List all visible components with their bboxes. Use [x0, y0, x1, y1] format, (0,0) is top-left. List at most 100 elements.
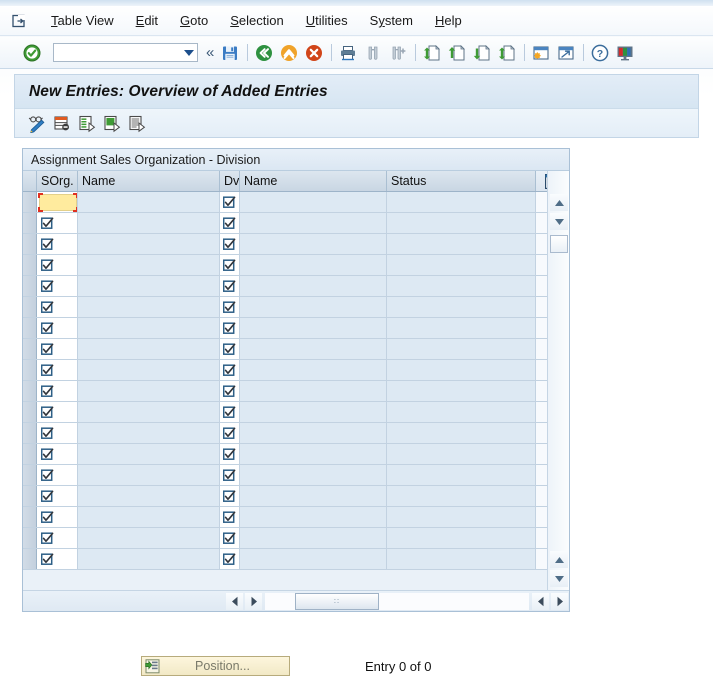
chevron-down-icon[interactable]: [184, 50, 194, 56]
table-row[interactable]: [23, 549, 569, 570]
cell-dv[interactable]: [220, 549, 240, 569]
menu-item-table-view[interactable]: TTable Viewable View: [40, 11, 125, 30]
customize-layout-icon[interactable]: [613, 41, 637, 65]
cell-status[interactable]: [387, 507, 536, 527]
cell-status[interactable]: [387, 339, 536, 359]
table-row[interactable]: [23, 192, 569, 213]
cell-sorg-input[interactable]: [37, 423, 78, 443]
command-field[interactable]: [53, 43, 198, 62]
menu-item-goto[interactable]: Goto: [169, 11, 219, 30]
cell-status[interactable]: [387, 360, 536, 380]
scroll-down-icon[interactable]: [550, 213, 568, 230]
cell-name-2[interactable]: [240, 381, 387, 401]
row-selector[interactable]: [23, 381, 37, 401]
row-selector[interactable]: [23, 465, 37, 485]
cell-dv[interactable]: [220, 234, 240, 254]
collapse-toolbar-icon[interactable]: «: [206, 44, 214, 61]
create-shortcut-icon[interactable]: [554, 41, 578, 65]
row-selector[interactable]: [23, 486, 37, 506]
cell-dv[interactable]: [220, 402, 240, 422]
cell-sorg-input[interactable]: [37, 381, 78, 401]
new-entries-icon[interactable]: [50, 111, 75, 135]
row-selector[interactable]: [23, 213, 37, 233]
sorg-input-active[interactable]: [38, 192, 77, 212]
table-row[interactable]: [23, 276, 569, 297]
cell-name-2[interactable]: [240, 318, 387, 338]
table-row[interactable]: [23, 297, 569, 318]
command-input[interactable]: [54, 44, 176, 61]
sap-system-menu-icon[interactable]: [8, 10, 30, 32]
cell-status[interactable]: [387, 192, 536, 212]
create-session-icon[interactable]: [529, 41, 553, 65]
menu-item-help[interactable]: Help: [424, 11, 473, 30]
cell-name-1[interactable]: [78, 423, 220, 443]
row-selector[interactable]: [23, 444, 37, 464]
delete-icon[interactable]: [100, 111, 125, 135]
save-icon[interactable]: [218, 41, 242, 65]
cell-status[interactable]: [387, 297, 536, 317]
cell-name-1[interactable]: [78, 276, 220, 296]
cell-name-2[interactable]: [240, 486, 387, 506]
cell-status[interactable]: [387, 234, 536, 254]
cell-name-2[interactable]: [240, 528, 387, 548]
cell-dv[interactable]: [220, 255, 240, 275]
cell-name-1[interactable]: [78, 192, 220, 212]
header-select-all[interactable]: [23, 171, 37, 191]
cell-dv[interactable]: [220, 213, 240, 233]
last-page-icon[interactable]: [495, 41, 519, 65]
cell-name-2[interactable]: [240, 255, 387, 275]
cell-dv[interactable]: [220, 276, 240, 296]
cell-dv[interactable]: [220, 318, 240, 338]
cell-dv[interactable]: [220, 486, 240, 506]
cell-name-1[interactable]: [78, 444, 220, 464]
cell-sorg-input[interactable]: [37, 213, 78, 233]
cell-name-1[interactable]: [78, 465, 220, 485]
display-change-icon[interactable]: [25, 111, 50, 135]
vertical-scroll-thumb[interactable]: [550, 235, 568, 253]
undo-icon[interactable]: [125, 111, 150, 135]
cell-name-2[interactable]: [240, 213, 387, 233]
table-row[interactable]: [23, 444, 569, 465]
cell-dv[interactable]: [220, 444, 240, 464]
cell-sorg-input[interactable]: [37, 360, 78, 380]
position-button[interactable]: Position...: [141, 656, 290, 676]
cell-name-1[interactable]: [78, 297, 220, 317]
cell-sorg-input[interactable]: [37, 465, 78, 485]
cell-dv[interactable]: [220, 192, 240, 212]
cell-status[interactable]: [387, 444, 536, 464]
first-page-icon[interactable]: [420, 41, 444, 65]
row-selector[interactable]: [23, 423, 37, 443]
cell-name-1[interactable]: [78, 486, 220, 506]
cell-sorg-input[interactable]: [37, 318, 78, 338]
table-row[interactable]: [23, 213, 569, 234]
column-header-name-1[interactable]: Name: [78, 171, 220, 191]
cell-sorg-input[interactable]: [37, 402, 78, 422]
cell-status[interactable]: [387, 213, 536, 233]
back-icon[interactable]: [252, 41, 276, 65]
table-row[interactable]: [23, 486, 569, 507]
cell-name-1[interactable]: [78, 234, 220, 254]
cell-name-1[interactable]: [78, 360, 220, 380]
row-selector[interactable]: [23, 234, 37, 254]
cell-name-2[interactable]: [240, 549, 387, 569]
cell-name-1[interactable]: [78, 381, 220, 401]
row-selector[interactable]: [23, 528, 37, 548]
cell-name-1[interactable]: [78, 255, 220, 275]
cell-status[interactable]: [387, 402, 536, 422]
row-selector[interactable]: [23, 549, 37, 569]
cell-sorg-input[interactable]: [37, 297, 78, 317]
cell-dv[interactable]: [220, 465, 240, 485]
cell-dv[interactable]: [220, 297, 240, 317]
cell-name-1[interactable]: [78, 549, 220, 569]
cell-sorg-input[interactable]: [37, 507, 78, 527]
horizontal-scroll-thumb[interactable]: ∶∶: [295, 592, 379, 610]
table-row[interactable]: [23, 381, 569, 402]
cell-dv[interactable]: [220, 507, 240, 527]
row-selector[interactable]: [23, 276, 37, 296]
cell-status[interactable]: [387, 423, 536, 443]
cell-name-1[interactable]: [78, 213, 220, 233]
cell-status[interactable]: [387, 528, 536, 548]
print-icon[interactable]: [336, 41, 360, 65]
cell-dv[interactable]: [220, 423, 240, 443]
cell-sorg-input[interactable]: [37, 339, 78, 359]
